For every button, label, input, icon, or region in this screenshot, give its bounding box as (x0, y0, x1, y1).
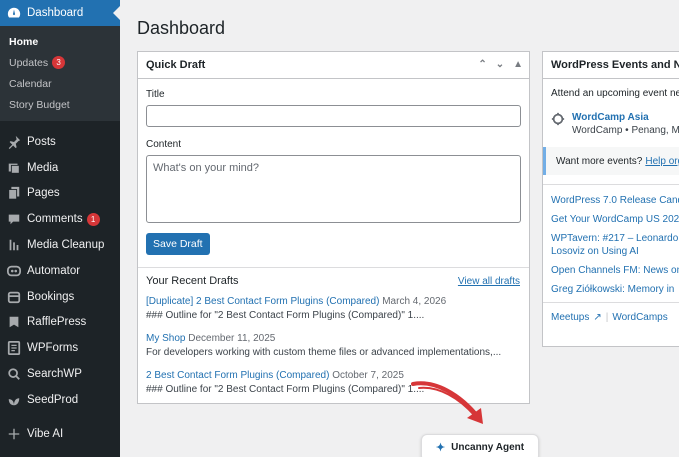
events-footer: Meetups ↗ | WordCamps (543, 302, 679, 323)
collapse-triangle-icon[interactable]: ▲ (513, 59, 523, 70)
title-input[interactable] (146, 105, 521, 127)
events-intro: Attend an upcoming event near you. (551, 88, 679, 99)
quick-draft-title: Quick Draft (146, 59, 206, 71)
menu-vibe-ai[interactable]: Vibe AI (0, 421, 120, 447)
menu-dashboard[interactable]: Dashboard (0, 0, 120, 26)
menu-pages[interactable]: Pages (0, 181, 120, 207)
widget-controls: ⌃ ⌄ ▲ (478, 59, 523, 70)
menu-rafflepress[interactable]: RafflePress (0, 310, 120, 336)
draft-item: My Shop December 11, 2025 For developers… (146, 333, 520, 358)
draft-title-link[interactable]: 2 Best Contact Form Plugins (Compared) (146, 370, 329, 381)
menu-searchwp[interactable]: SearchWP (0, 361, 120, 387)
wordcamp-icon (551, 112, 565, 136)
draft-excerpt: For developers working with custom theme… (146, 347, 502, 358)
uncanny-agent-label: Uncanny Agent (451, 441, 525, 453)
draft-date: March 4, 2026 (382, 296, 447, 307)
cleanup-icon (7, 238, 21, 252)
menu-media-cleanup[interactable]: Media Cleanup (0, 232, 120, 258)
admin-sidebar: Dashboard Home Updates 3 Calendar Story B… (0, 0, 120, 457)
event-location: WordCamp • Penang, Malaysia (572, 125, 679, 136)
menu-automator[interactable]: Automator (0, 258, 120, 284)
help-organize-link[interactable]: Help organize (645, 156, 679, 167)
submenu-calendar[interactable]: Calendar (0, 73, 120, 94)
chevron-up-icon[interactable]: ⌃ (478, 59, 486, 70)
content-label: Content (146, 139, 182, 150)
meetups-link[interactable]: Meetups (551, 312, 589, 323)
updates-count-badge: 3 (52, 56, 66, 69)
news-link[interactable]: Open Channels FM: News on (551, 264, 679, 277)
save-draft-button[interactable]: Save Draft (146, 233, 210, 255)
more-events-notice: Want more events?Help organize (543, 147, 679, 175)
page-title: Dashboard (137, 18, 226, 38)
plus-icon (7, 427, 21, 441)
view-all-drafts-link[interactable]: View all drafts (458, 276, 520, 287)
news-link[interactable]: Get Your WordCamp US 2026 (551, 213, 679, 226)
events-news-widget: WordPress Events and News Attend an upco… (542, 51, 679, 347)
news-link[interactable]: WPTavern: #217 – Leonardo Losoviz on Usi… (551, 232, 679, 258)
news-link[interactable]: WordPress 7.0 Release Candidate (551, 194, 679, 207)
draft-date: December 11, 2025 (188, 333, 276, 344)
external-link-icon: ↗ (593, 312, 602, 323)
dashboard-submenu: Home Updates 3 Calendar Story Budget (0, 26, 120, 121)
menu-bookings[interactable]: Bookings (0, 284, 120, 310)
submenu-updates[interactable]: Updates 3 (0, 52, 120, 73)
submenu-story-budget[interactable]: Story Budget (0, 94, 120, 115)
seedprod-icon (7, 393, 21, 407)
wordcamps-link[interactable]: WordCamps (612, 312, 667, 323)
bookings-icon (7, 290, 21, 304)
news-link[interactable]: Greg Ziółkowski: Memory in (551, 283, 679, 296)
menu-wpforms[interactable]: WPForms (0, 335, 120, 361)
rafflepress-icon (7, 315, 21, 329)
draft-item: [Duplicate] 2 Best Contact Form Plugins … (146, 296, 520, 321)
content-textarea[interactable]: What's on your mind? (146, 155, 521, 223)
media-icon (7, 161, 21, 175)
title-label: Title (146, 89, 165, 100)
draft-title-link[interactable]: My Shop (146, 333, 185, 344)
event-name-link[interactable]: WordCamp Asia (572, 112, 679, 123)
wpforms-icon (7, 341, 21, 356)
news-list: WordPress 7.0 Release Candidate Get Your… (543, 184, 679, 296)
comments-count-badge: 1 (86, 212, 100, 226)
searchwp-icon (7, 367, 21, 381)
submenu-home[interactable]: Home (0, 31, 120, 52)
menu-media[interactable]: Media (0, 155, 120, 181)
draft-excerpt: ### Outline for "2 Best Contact Form Plu… (146, 310, 425, 321)
event-item: WordCamp Asia WordCamp • Penang, Malaysi… (543, 99, 679, 136)
dashboard-icon (7, 6, 21, 20)
sparkle-icon: ✦ (435, 441, 446, 454)
chevron-down-icon[interactable]: ⌄ (496, 59, 504, 70)
draft-date: October 7, 2025 (332, 370, 404, 381)
menu-comments[interactable]: Comments 1 (0, 206, 120, 232)
comment-icon (7, 212, 21, 226)
pages-icon (7, 186, 21, 201)
menu-dashboard-label: Dashboard (27, 7, 84, 19)
automator-icon (7, 264, 21, 278)
recent-drafts-title: Your Recent Drafts (146, 275, 239, 287)
menu-posts[interactable]: Posts (0, 129, 120, 155)
uncanny-agent-button[interactable]: ✦ Uncanny Agent (421, 434, 539, 457)
quick-draft-header: Quick Draft ⌃ ⌄ ▲ (138, 52, 529, 79)
quick-draft-widget: Quick Draft ⌃ ⌄ ▲ Title Content What's o… (137, 51, 530, 404)
annotation-arrow (411, 381, 483, 424)
pin-icon (7, 135, 21, 149)
menu-seedprod[interactable]: SeedProd (0, 387, 120, 413)
draft-title-link[interactable]: [Duplicate] 2 Best Contact Form Plugins … (146, 296, 379, 307)
events-header: WordPress Events and News (543, 52, 679, 79)
